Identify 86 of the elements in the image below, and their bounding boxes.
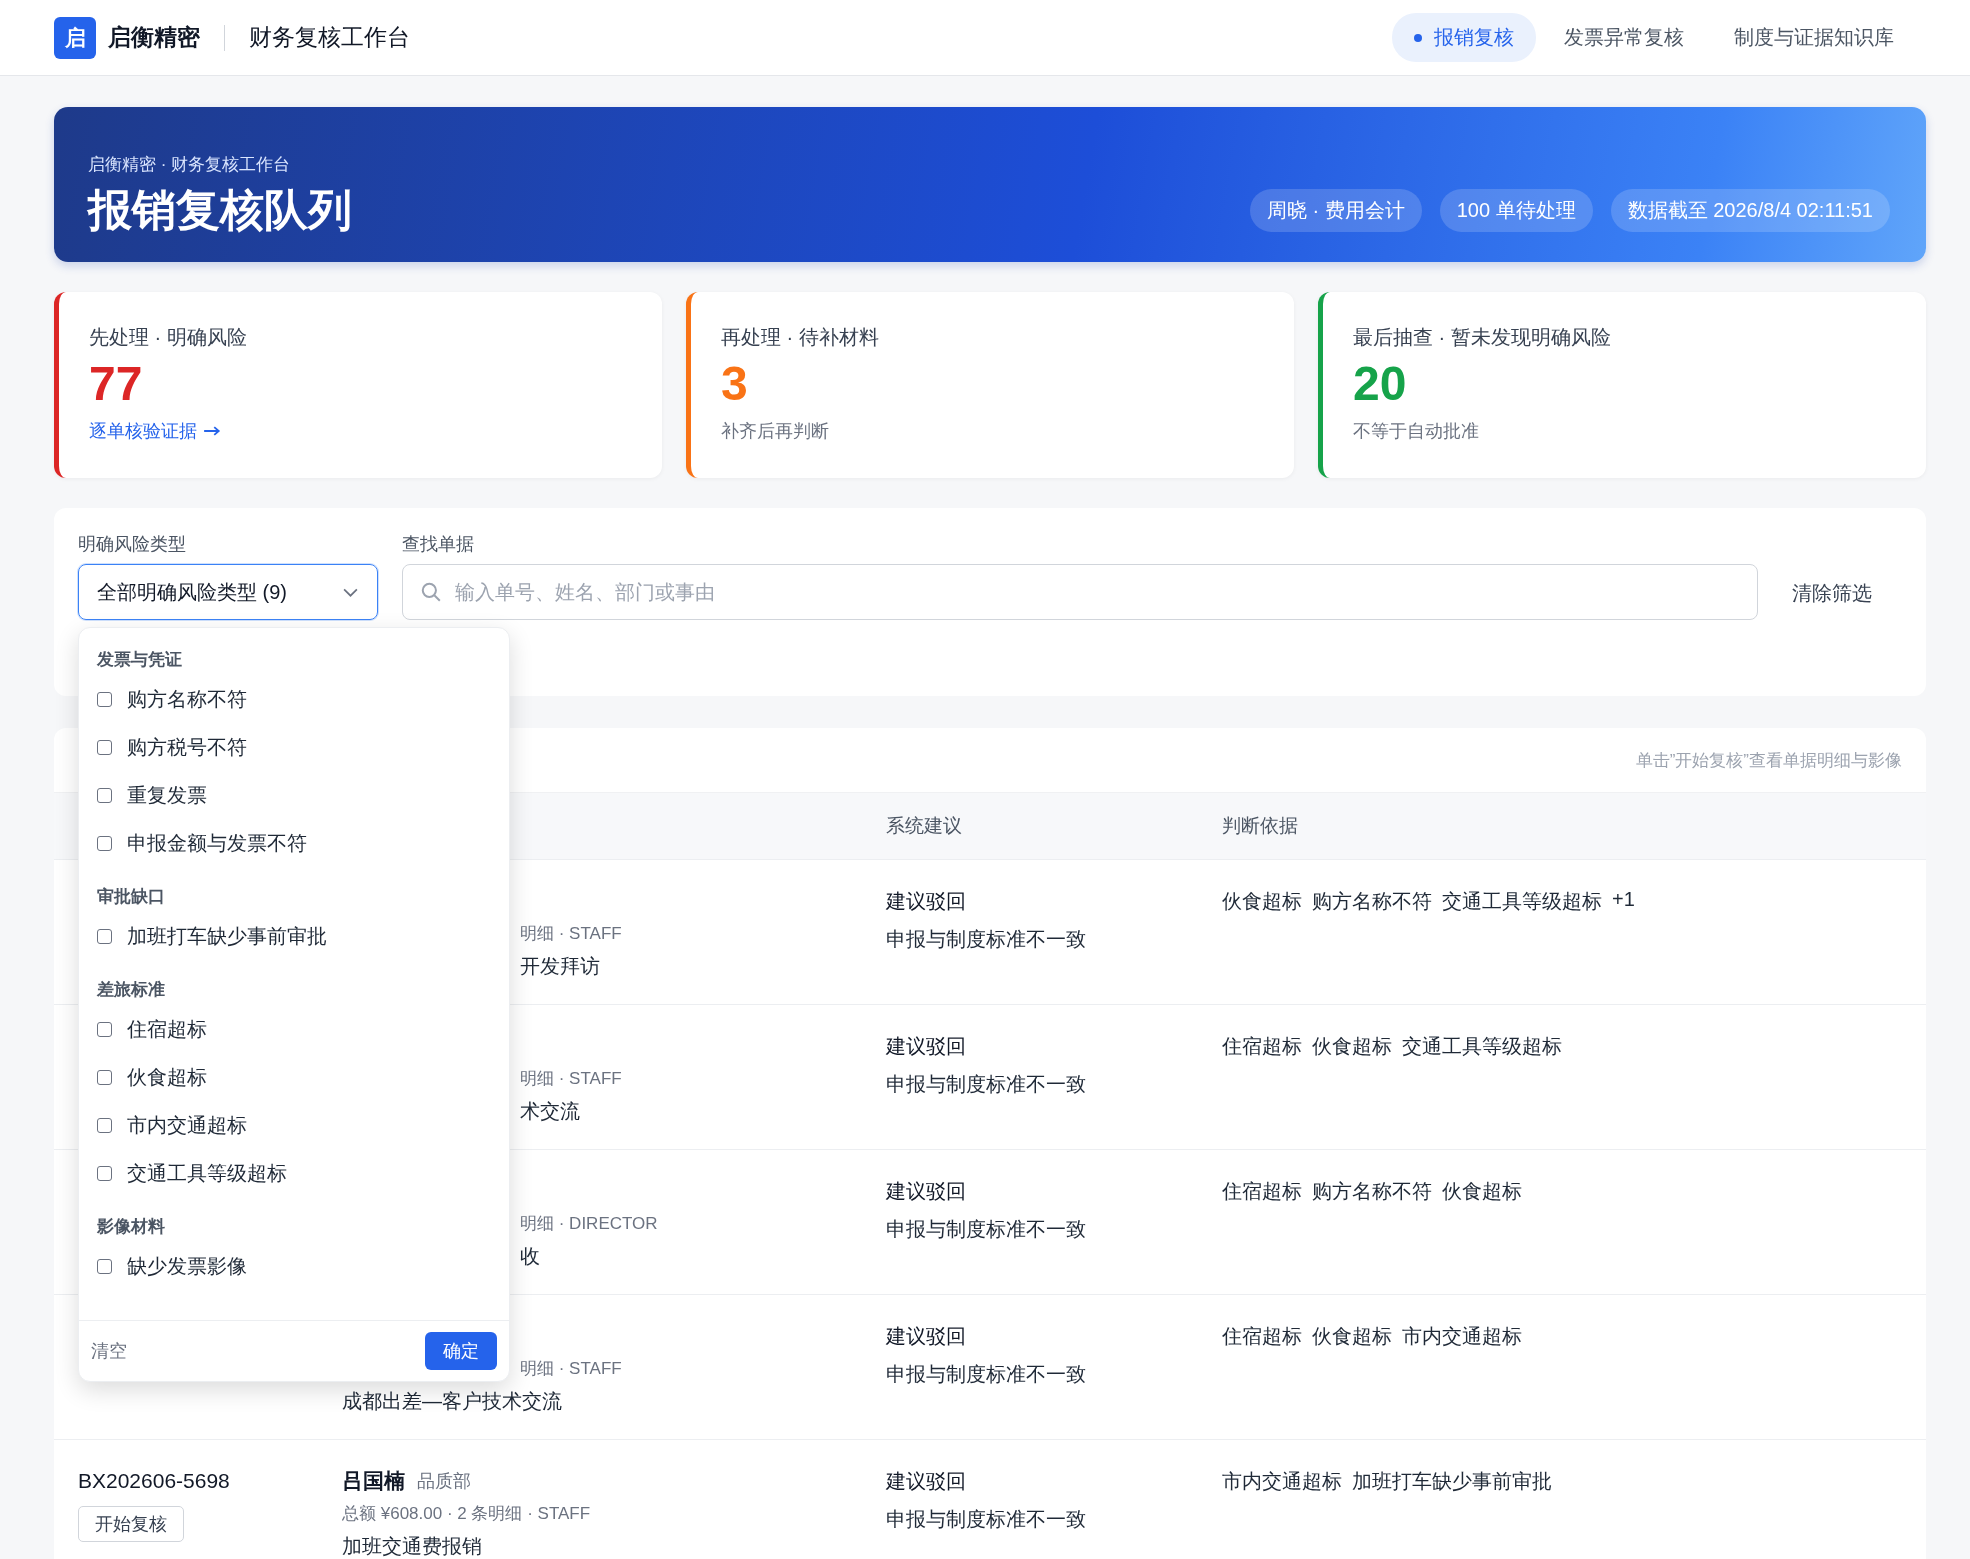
claim-meta: 明细 · STAFF [520,1067,622,1090]
clear-link[interactable]: 清空 [91,1339,127,1363]
risk-tag: 伙食超标 [1312,1323,1392,1349]
checkbox-option[interactable]: 市内交通超标 [97,1101,485,1149]
logo-icon: 启 [54,16,96,59]
risk-tag: +1 [1612,888,1635,914]
suggestion: 建议驳回 [886,1468,967,1494]
info-chip: 数据截至 2026/8/4 02:11:51 [1610,189,1890,232]
info-chip: 100 单待处理 [1439,189,1593,232]
info-chip: 周晓 · 费用会计 [1249,189,1422,232]
chevron-icon [342,586,359,598]
start-review-button[interactable]: 开始复核 [78,1506,184,1542]
risk-tag: 住宿超标 [1222,1178,1302,1204]
suggestion: 建议驳回 [886,1323,967,1349]
checkbox-option[interactable]: 加班打车缺少事前审批 [97,912,485,960]
claim-meta: 明细 · DIRECTOR [520,1212,658,1235]
stat-note: 补齐后再判断 [721,419,830,443]
suggestion: 建议驳回 [886,888,967,914]
risk-tag: 交通工具等级超标 [1402,1033,1562,1059]
stat-label: 再处理 · 待补材料 [721,325,880,350]
risk-tag: 伙食超标 [1222,888,1302,914]
suggestion: 建议驳回 [886,1033,967,1059]
checkbox-option[interactable]: 交通工具等级超标 [97,1149,485,1197]
claim-title: 加班交通费报销 [342,1533,482,1559]
evidence-link[interactable]: 逐单核验证据 [89,418,221,443]
risk-type-select[interactable]: 全部明确风险类型 (9) [78,564,378,620]
confirm-button[interactable]: 确定 [425,1332,497,1370]
group-heading: 发票与凭证 [97,649,183,671]
stat-note: 不等于自动批准 [1353,419,1480,443]
claim-meta: 明细 · STAFF [520,1357,622,1380]
hint-text: 单击”开始复核”查看单据明细与影像 [1635,749,1902,772]
claim-title: 开发拜访 [520,953,600,979]
product-name: 财务复核工作台 [249,23,410,52]
clear-filter-button[interactable]: 清除筛选 [1782,565,1902,621]
arrow-icon [203,424,221,437]
risk-tag: 购方名称不符 [1312,888,1432,914]
suggestion-reason: 申报与制度标准不一致 [886,1071,1087,1097]
claim-meta: 总额 ¥608.00 · 2 条明细 · STAFF [342,1502,591,1525]
suggestion: 建议驳回 [886,1178,967,1204]
risk-tag: 市内交通超标 [1402,1323,1522,1349]
field-label: 明确风险类型 [78,533,187,556]
risk-tag: 伙食超标 [1442,1178,1522,1204]
stat-label: 最后抽查 · 暂未发现明确风险 [1353,325,1612,350]
risk-tag: 伙食超标 [1312,1033,1392,1059]
group-heading: 审批缺口 [97,886,166,908]
stat-value: 77 [89,356,144,412]
risk-tag: 加班打车缺少事前审批 [1352,1468,1552,1494]
claim-meta: 明细 · STAFF [520,922,622,945]
stat-label: 先处理 · 明确风险 [89,325,248,350]
group-heading: 差旅标准 [97,979,166,1001]
risk-tag: 购方名称不符 [1312,1178,1432,1204]
claim-id: BX202606-5698 [78,1469,230,1493]
claim-title: 术交流 [520,1098,580,1124]
checkbox-option[interactable]: 购方税号不符 [97,723,485,771]
risk-tag: 住宿超标 [1222,1323,1302,1349]
field-label: 查找单据 [402,533,475,556]
department: 品质部 [417,1470,471,1493]
column-header: 系统建议 [886,815,962,836]
checkbox-option[interactable]: 缺少发票影像 [97,1242,485,1290]
breadcrumb: 启衡精密 · 财务复核工作台 [88,153,292,176]
claim-title: 收 [520,1243,540,1269]
person-name: 吕国楠 [342,1468,405,1494]
column-header: 判断依据 [1222,815,1298,836]
checkbox-option[interactable]: 购方名称不符 [97,675,485,723]
nav-tab[interactable]: 发票异常复核 [1542,13,1706,62]
page-title: 报销复核队列 [88,185,352,234]
suggestion-reason: 申报与制度标准不一致 [886,1361,1087,1387]
checkbox-option[interactable]: 伙食超标 [97,1053,485,1101]
suggestion-reason: 申报与制度标准不一致 [886,926,1087,952]
nav-tab[interactable]: 报销复核 [1392,13,1536,62]
risk-tag: 交通工具等级超标 [1442,888,1602,914]
checkbox-option[interactable]: 住宿超标 [97,1005,485,1053]
stat-value: 3 [721,356,749,412]
nav-tab[interactable]: 制度与证据知识库 [1712,13,1916,62]
checkbox-option[interactable]: 申报金额与发票不符 [97,819,485,867]
search-field[interactable]: 输入单号、姓名、部门或事由 [402,564,1758,620]
suggestion-reason: 申报与制度标准不一致 [886,1216,1087,1242]
brand-name: 启衡精密 [108,23,200,52]
checkbox-option[interactable]: 重复发票 [97,771,485,819]
claim-title: 成都出差—客户技术交流 [342,1388,562,1414]
suggestion-reason: 申报与制度标准不一致 [886,1506,1087,1532]
group-heading: 影像材料 [97,1216,166,1238]
risk-tag: 市内交通超标 [1222,1468,1342,1494]
search-icon [420,581,442,603]
stat-value: 20 [1353,356,1408,412]
risk-tag: 住宿超标 [1222,1033,1302,1059]
